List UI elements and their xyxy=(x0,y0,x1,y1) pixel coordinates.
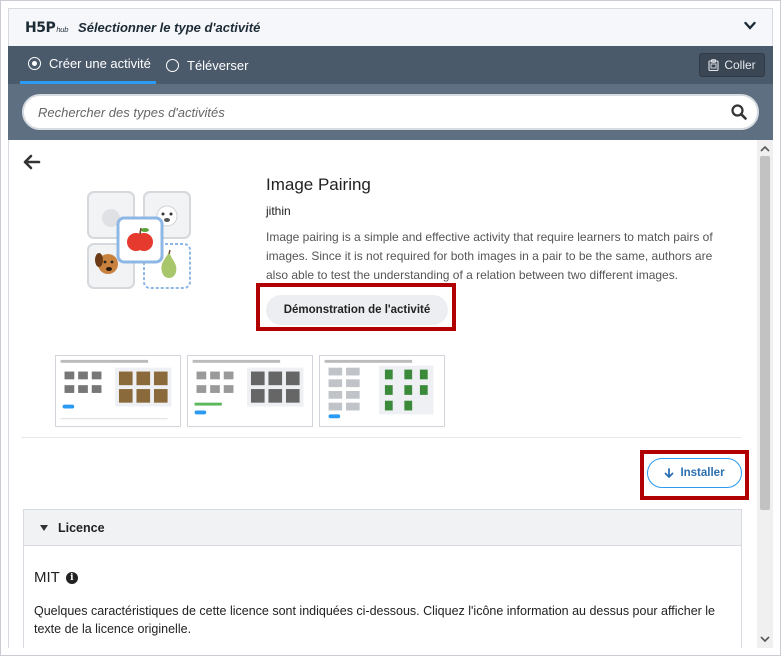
licence-name-text: MIT xyxy=(34,569,60,586)
activity-author: jithin xyxy=(266,204,291,218)
scroll-thumb[interactable] xyxy=(760,156,770,510)
search-box xyxy=(22,94,759,130)
licence-toggle[interactable]: Licence xyxy=(24,510,741,546)
licence-name: MIT i xyxy=(34,569,78,586)
tab-create-label: Créer une activité xyxy=(49,56,151,71)
search-icon[interactable] xyxy=(731,104,747,120)
hub-title: Sélectionner le type d'activité xyxy=(78,20,261,35)
radio-selected-icon xyxy=(28,57,41,70)
search-input[interactable] xyxy=(38,96,718,128)
install-button[interactable]: Installer xyxy=(647,458,742,488)
screenshot-thumbnail-2[interactable] xyxy=(187,355,313,427)
caret-down-icon xyxy=(40,524,48,531)
content-area: Image Pairing jithin Image pairing is a … xyxy=(8,140,773,648)
screenshot-thumbnail-1[interactable] xyxy=(55,355,181,427)
licence-panel: Licence MIT i Quelques caractéristiques … xyxy=(23,509,742,648)
activity-description: Image pairing is a simple and effective … xyxy=(266,230,713,282)
clipboard-icon xyxy=(708,59,719,71)
install-label: Installer xyxy=(680,467,725,479)
tab-create-activity[interactable]: Créer une activité xyxy=(20,46,156,84)
activity-illustration xyxy=(87,191,191,289)
demo-button[interactable]: Démonstration de l'activité xyxy=(266,295,448,325)
paste-label: Coller xyxy=(724,58,756,72)
chevron-down-icon[interactable] xyxy=(744,21,756,31)
tab-upload-label: Téléverser xyxy=(187,57,249,73)
paste-button[interactable]: Coller xyxy=(699,53,765,77)
logo-text: H5P xyxy=(25,19,56,36)
search-bar xyxy=(8,84,773,140)
activity-title: Image Pairing xyxy=(266,175,371,194)
screenshot-thumbnail-3[interactable] xyxy=(319,355,445,427)
vertical-scrollbar[interactable] xyxy=(757,140,773,648)
back-arrow-icon[interactable] xyxy=(23,154,41,170)
licence-heading: Licence xyxy=(58,520,105,535)
info-icon[interactable]: i xyxy=(65,571,78,584)
scroll-up-icon[interactable] xyxy=(757,142,773,156)
hub-header[interactable]: H5P hub Sélectionner le type d'activité xyxy=(8,8,773,46)
radio-unselected-icon xyxy=(166,58,179,72)
section-divider xyxy=(21,437,741,438)
download-arrow-icon xyxy=(665,467,674,478)
licence-text: Quelques caractéristiques de cette licen… xyxy=(34,604,716,636)
h5p-logo: H5P hub xyxy=(25,19,69,36)
tabs-bar: Créer une activité Téléverser Coller xyxy=(8,46,773,84)
tab-upload[interactable]: Téléverser xyxy=(164,46,248,84)
scroll-down-icon[interactable] xyxy=(757,632,773,646)
logo-sub: hub xyxy=(56,25,69,34)
